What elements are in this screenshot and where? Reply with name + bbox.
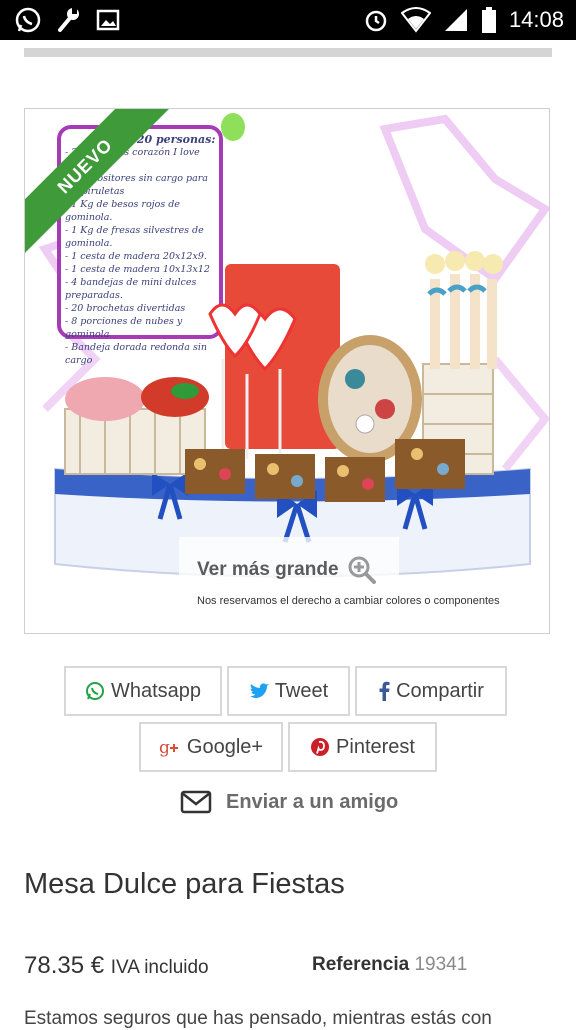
wifi-icon xyxy=(400,7,431,33)
top-divider xyxy=(24,48,552,57)
share-google-button[interactable]: g Google+ xyxy=(139,722,283,772)
share-tweet-label: Tweet xyxy=(274,679,329,702)
envelope-icon xyxy=(180,790,212,814)
svg-text:g: g xyxy=(159,738,170,757)
wrench-icon xyxy=(58,8,79,32)
product-title: Mesa Dulce para Fiestas xyxy=(24,868,345,900)
send-to-friend-link[interactable]: Enviar a un amigo xyxy=(180,790,398,814)
share-google-label: Google+ xyxy=(186,735,264,758)
twitter-icon xyxy=(249,683,269,698)
card-item: - 1 cesta de madera 10x13x12 xyxy=(65,264,210,275)
share-pinterest-button[interactable]: Pinterest xyxy=(288,722,437,772)
clock-time: 14:08 xyxy=(508,7,564,32)
reference-label: Referencia xyxy=(312,954,410,975)
share-whatsapp-button[interactable]: Whatsapp xyxy=(64,666,222,716)
whatsapp-icon xyxy=(15,7,41,33)
product-image[interactable]: Para 20 personas: - 20 piruletas corazón… xyxy=(24,108,550,634)
share-facebook-label: Compartir xyxy=(396,679,484,702)
pinterest-icon xyxy=(311,738,330,756)
card-item: - 20 brochetas divertidas xyxy=(65,303,186,314)
share-pinterest-label: Pinterest xyxy=(336,735,415,758)
signal-icon xyxy=(444,9,467,31)
product-description: Estamos seguros que has pensado, mientra… xyxy=(24,1008,492,1029)
facebook-icon xyxy=(379,681,390,701)
battery-icon xyxy=(481,7,496,33)
view-larger-label: Ver más grande xyxy=(197,559,339,580)
card-item: - 1 cesta de madera 20x12x9. xyxy=(65,251,207,262)
card-item: - 8 porciones de nubes y gominola xyxy=(65,316,183,340)
status-bar: 14:08 xyxy=(0,0,576,40)
whatsapp-icon xyxy=(85,682,104,700)
card-item: - Bandeja dorada redonda sin cargo xyxy=(65,342,207,366)
price-value: 78.35 € xyxy=(24,952,105,979)
share-whatsapp-label: Whatsapp xyxy=(110,679,202,702)
tax-label: IVA incluido xyxy=(110,957,209,978)
status-bar-notifications xyxy=(14,6,120,34)
product-reference: Referencia 19341 xyxy=(312,954,467,976)
reference-value: 19341 xyxy=(414,954,468,975)
send-to-friend-label: Enviar a un amigo xyxy=(226,790,399,813)
product-price: 78.35 € IVA incluido xyxy=(24,952,209,980)
alarm-icon xyxy=(365,10,387,32)
share-facebook-button[interactable]: Compartir xyxy=(355,666,507,716)
image-icon xyxy=(96,9,120,31)
image-disclaimer: Nos reservamos el derecho a cambiar colo… xyxy=(197,595,500,607)
zoom-in-icon xyxy=(348,556,376,584)
card-item: - 1 Kg de besos rojos de gominola. xyxy=(65,199,180,223)
google-plus-icon: g xyxy=(159,738,178,757)
share-tweet-button[interactable]: Tweet xyxy=(227,666,350,716)
card-item: - 1 Kg de fresas silvestres de gominola. xyxy=(65,225,204,249)
status-bar-system: 14:08 xyxy=(363,6,564,34)
view-larger-button[interactable]: Ver más grande xyxy=(179,537,399,603)
card-item: - 4 bandejas de mini dulces preparadas. xyxy=(65,277,197,301)
